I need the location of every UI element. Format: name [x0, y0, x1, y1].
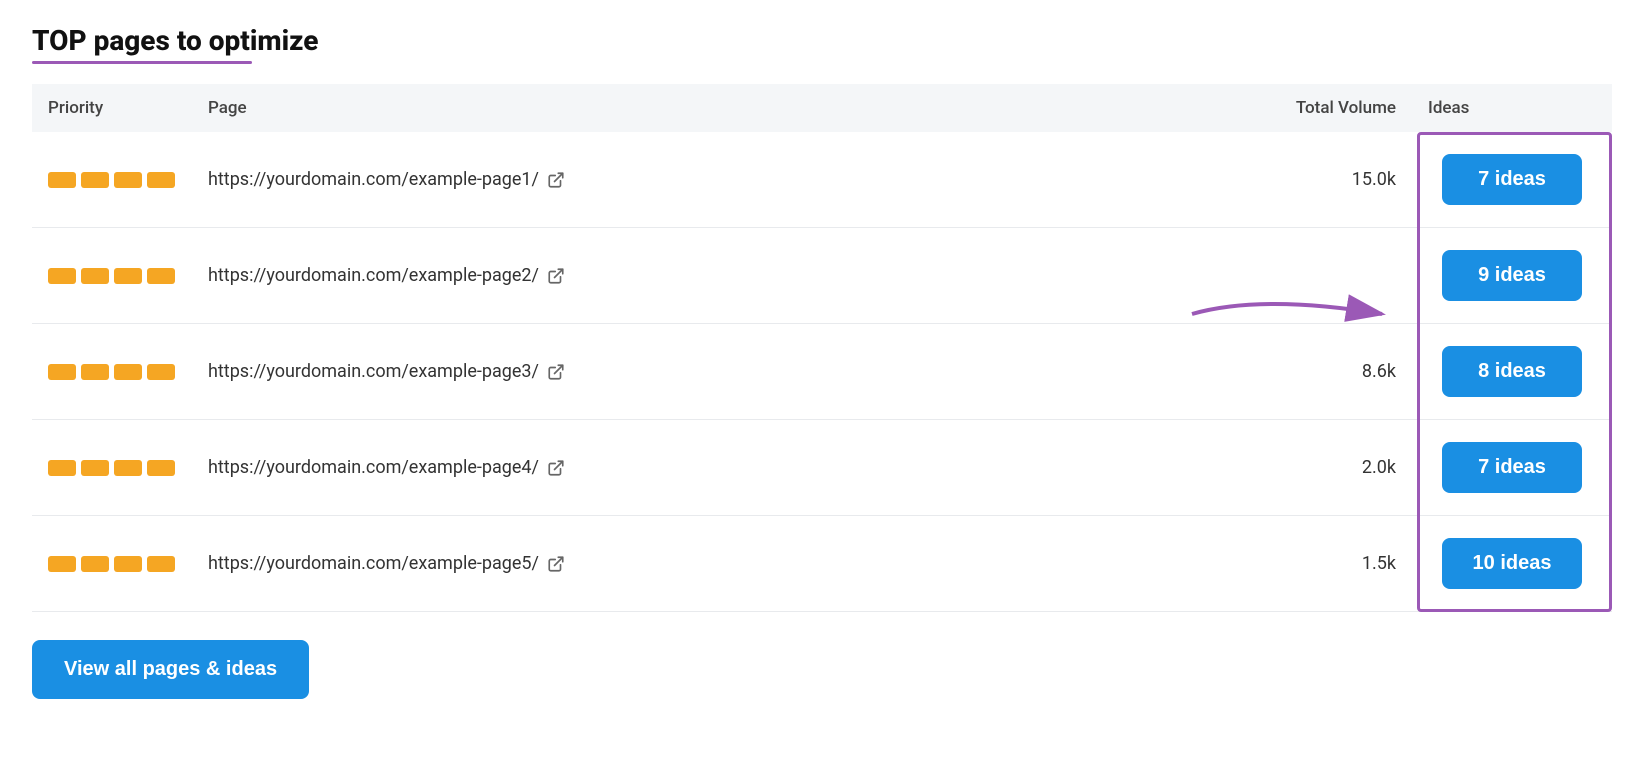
page-url: https://yourdomain.com/example-page5/: [208, 553, 1236, 574]
volume-cell: 1.5k: [1252, 516, 1412, 612]
page-cell: https://yourdomain.com/example-page4/: [192, 420, 1252, 516]
ideas-cell: 10 ideas: [1412, 516, 1612, 612]
volume-cell: 2.0k: [1252, 420, 1412, 516]
ideas-cell: 9 ideas: [1412, 228, 1612, 324]
priority-bar: [48, 364, 76, 380]
priority-cell: [32, 324, 192, 420]
priority-bar: [147, 268, 175, 284]
view-all-button[interactable]: View all pages & ideas: [32, 640, 309, 699]
ideas-cell: 7 ideas: [1412, 132, 1612, 228]
page-url: https://yourdomain.com/example-page2/: [208, 265, 1236, 286]
ideas-cell: 7 ideas: [1412, 420, 1612, 516]
priority-bar: [48, 172, 76, 188]
page-url: https://yourdomain.com/example-page4/: [208, 457, 1236, 478]
priority-bar: [114, 460, 142, 476]
ideas-button[interactable]: 9 ideas: [1442, 250, 1582, 301]
volume-cell: [1252, 228, 1412, 324]
table-row: https://yourdomain.com/example-page2/ 9 …: [32, 228, 1612, 324]
page-cell: https://yourdomain.com/example-page3/: [192, 324, 1252, 420]
priority-bar: [81, 460, 109, 476]
widget-title: TOP pages to optimize: [32, 24, 1612, 57]
priority-bars: [48, 364, 176, 380]
priority-bar: [81, 268, 109, 284]
title-underline: [32, 61, 252, 64]
col-header-priority: Priority: [32, 84, 192, 132]
priority-bar: [147, 172, 175, 188]
volume-cell: 15.0k: [1252, 132, 1412, 228]
pages-table: Priority Page Total Volume Ideas https:/…: [32, 84, 1612, 612]
external-link-icon[interactable]: [547, 555, 565, 573]
priority-bar: [81, 364, 109, 380]
priority-bar: [114, 556, 142, 572]
col-header-volume: Total Volume: [1252, 84, 1412, 132]
priority-cell: [32, 420, 192, 516]
priority-bars: [48, 460, 176, 476]
col-header-ideas: Ideas: [1412, 84, 1612, 132]
priority-bar: [147, 364, 175, 380]
priority-bar: [48, 556, 76, 572]
table-wrapper: Priority Page Total Volume Ideas https:/…: [32, 84, 1612, 612]
priority-bar: [147, 556, 175, 572]
page-cell: https://yourdomain.com/example-page2/: [192, 228, 1252, 324]
priority-bars: [48, 556, 176, 572]
priority-bar: [147, 460, 175, 476]
table-row: https://yourdomain.com/example-page5/ 1.…: [32, 516, 1612, 612]
external-link-icon[interactable]: [547, 459, 565, 477]
top-pages-widget: TOP pages to optimize Priority Page Tot: [32, 24, 1612, 699]
priority-bars: [48, 268, 176, 284]
volume-cell: 8.6k: [1252, 324, 1412, 420]
page-cell: https://yourdomain.com/example-page5/: [192, 516, 1252, 612]
ideas-cell: 8 ideas: [1412, 324, 1612, 420]
external-link-icon[interactable]: [547, 171, 565, 189]
external-link-icon[interactable]: [547, 267, 565, 285]
page-cell: https://yourdomain.com/example-page1/: [192, 132, 1252, 228]
priority-bar: [48, 268, 76, 284]
ideas-button[interactable]: 10 ideas: [1442, 538, 1582, 589]
page-url: https://yourdomain.com/example-page1/: [208, 169, 1236, 190]
priority-bar: [81, 556, 109, 572]
ideas-button[interactable]: 7 ideas: [1442, 154, 1582, 205]
ideas-button[interactable]: 8 ideas: [1442, 346, 1582, 397]
priority-bar: [114, 172, 142, 188]
table-row: https://yourdomain.com/example-page3/ 8.…: [32, 324, 1612, 420]
priority-bar: [114, 268, 142, 284]
priority-cell: [32, 132, 192, 228]
priority-bar: [81, 172, 109, 188]
page-url: https://yourdomain.com/example-page3/: [208, 361, 1236, 382]
priority-bars: [48, 172, 176, 188]
priority-bar: [48, 460, 76, 476]
priority-cell: [32, 516, 192, 612]
external-link-icon[interactable]: [547, 363, 565, 381]
priority-bar: [114, 364, 142, 380]
ideas-button[interactable]: 7 ideas: [1442, 442, 1582, 493]
col-header-page: Page: [192, 84, 1252, 132]
priority-cell: [32, 228, 192, 324]
table-row: https://yourdomain.com/example-page1/ 15…: [32, 132, 1612, 228]
table-header-row: Priority Page Total Volume Ideas: [32, 84, 1612, 132]
table-row: https://yourdomain.com/example-page4/ 2.…: [32, 420, 1612, 516]
